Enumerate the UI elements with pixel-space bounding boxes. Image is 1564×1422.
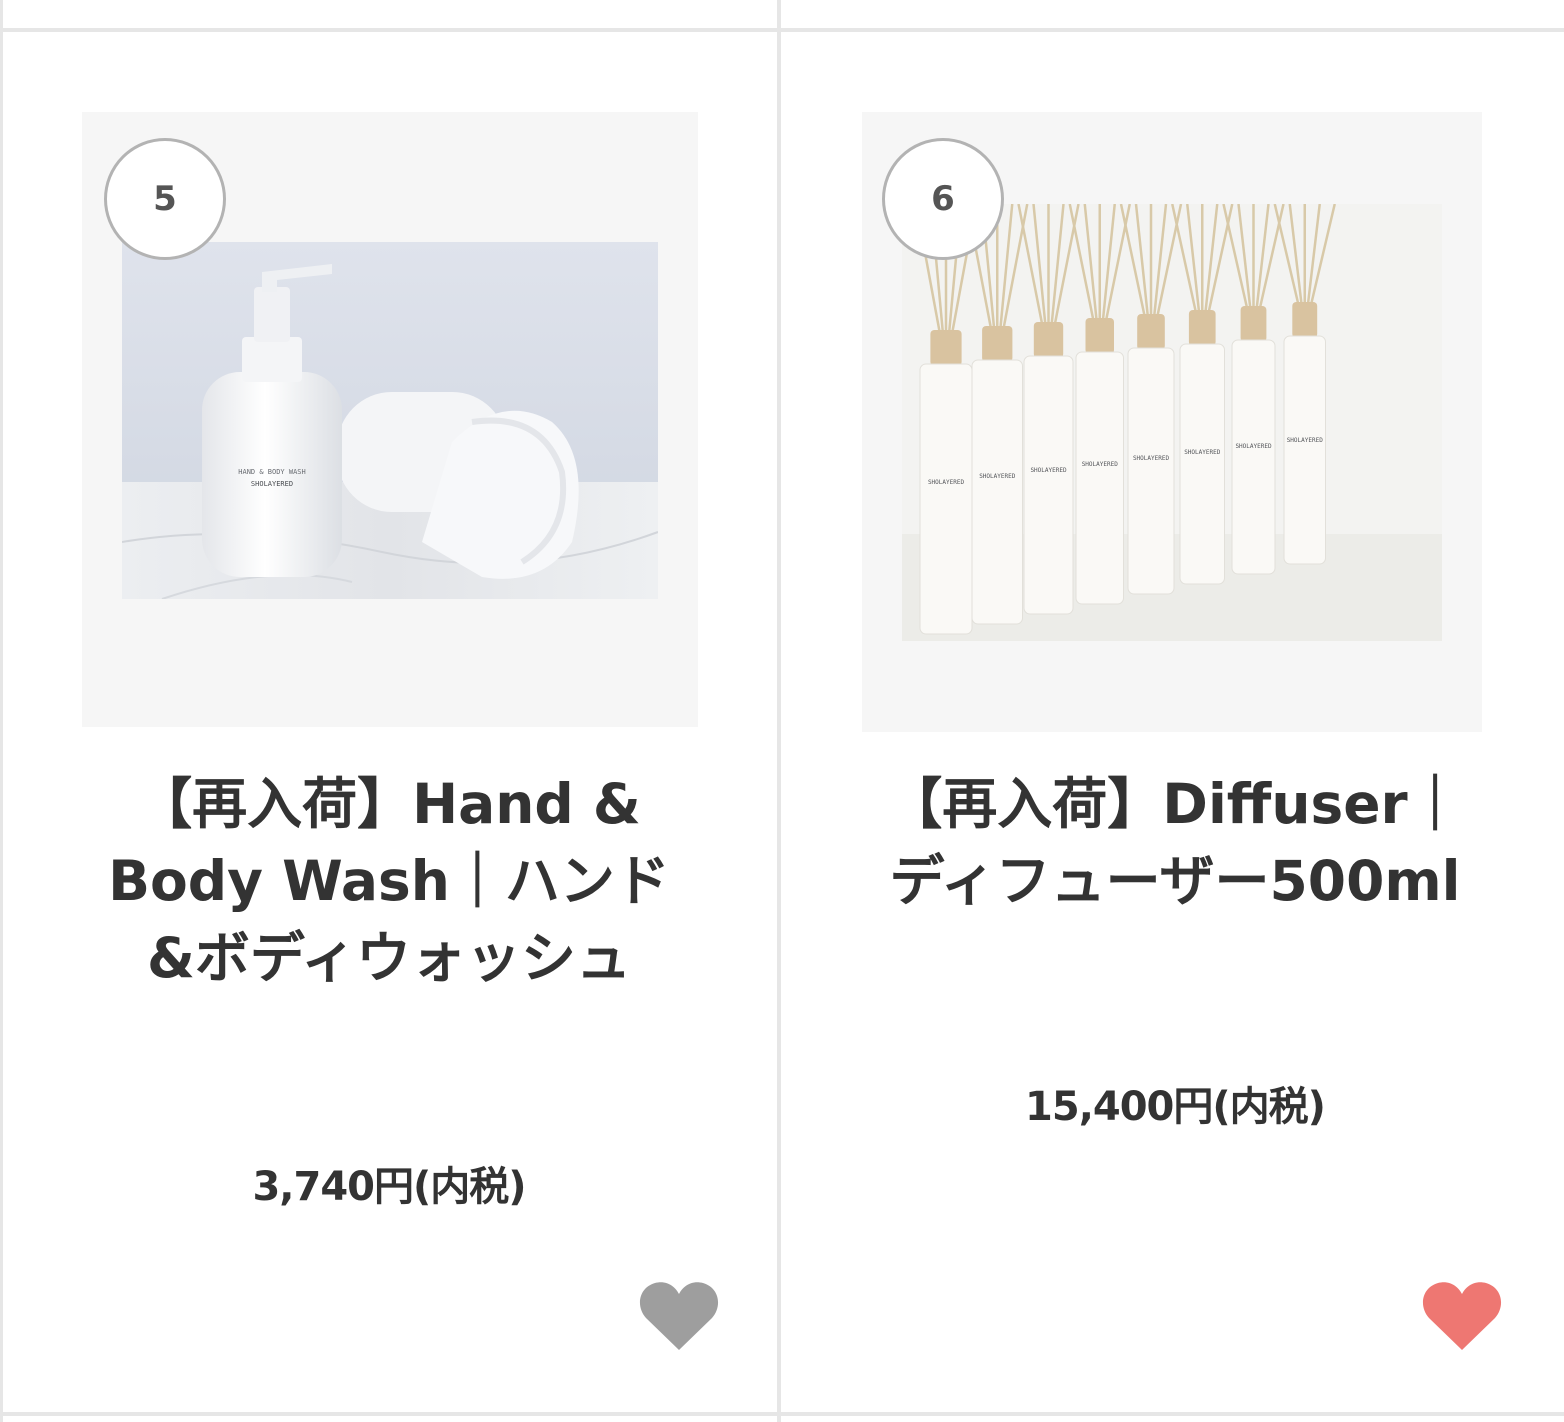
svg-text:SHOLAYERED: SHOLAYERED (1030, 467, 1067, 474)
product-price: 3,740円(内税) (252, 1164, 526, 1210)
product-card-diffuser[interactable]: SHOLAYERED SHOLAYERED SHOLAYERED SHOLAYERED… (781, 32, 1559, 1412)
svg-text:SHOLAYERED: SHOLAYERED (1082, 461, 1119, 468)
product-title[interactable]: 【再入荷】Diffuser｜ディフューザー500ml (885, 766, 1465, 920)
product-price: 15,400円(内税) (1025, 1084, 1326, 1130)
svg-text:SHOLAYERED: SHOLAYERED (1235, 443, 1272, 450)
svg-text:HAND & BODY WASH: HAND & BODY WASH (238, 468, 305, 476)
svg-text:SHOLAYERED: SHOLAYERED (928, 479, 965, 486)
product-image[interactable]: HAND & BODY WASH SHOLAYERED (122, 242, 658, 599)
favorite-heart-icon[interactable] (638, 1280, 720, 1352)
product-title[interactable]: 【再入荷】Hand & Body Wash｜ハンド&ボディウォッシュ (96, 766, 682, 997)
svg-text:SHOLAYERED: SHOLAYERED (1287, 437, 1324, 444)
svg-text:SHOLAYERED: SHOLAYERED (1184, 449, 1221, 456)
product-image[interactable]: SHOLAYERED SHOLAYERED SHOLAYERED SHOLAYERED… (902, 204, 1442, 641)
svg-text:SHOLAYERED: SHOLAYERED (1133, 455, 1170, 462)
product-card-hand-body-wash[interactable]: HAND & BODY WASH SHOLAYERED 5 【再入荷】Hand … (0, 32, 778, 1412)
svg-text:SHOLAYERED: SHOLAYERED (979, 473, 1016, 480)
svg-text:SHOLAYERED: SHOLAYERED (251, 480, 293, 488)
rank-badge: 6 (882, 138, 1004, 260)
favorite-heart-icon[interactable] (1421, 1280, 1503, 1352)
rank-badge: 5 (104, 138, 226, 260)
bottom-divider (0, 1412, 1564, 1416)
